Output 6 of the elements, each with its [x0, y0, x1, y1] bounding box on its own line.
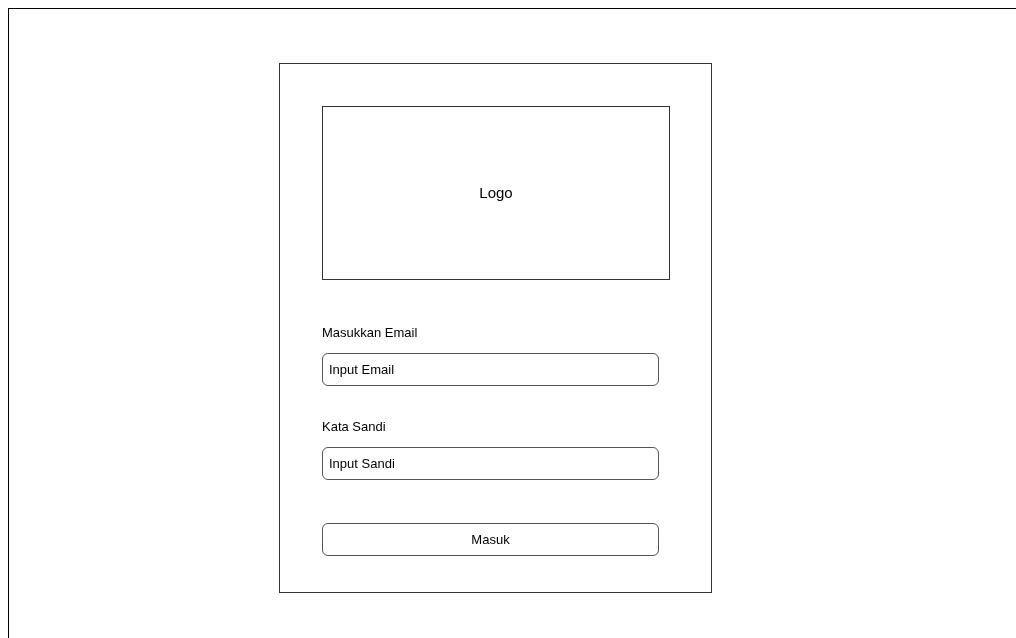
- field-label: Masukkan Email: [322, 325, 419, 341]
- input-field[interactable]: Input Sandi: [322, 447, 659, 480]
- input-field[interactable]: Input Email: [322, 353, 659, 386]
- logo-text: Logo: [479, 182, 513, 203]
- login-button[interactable]: Masuk: [322, 523, 659, 556]
- field-label: Kata Sandi: [322, 419, 387, 435]
